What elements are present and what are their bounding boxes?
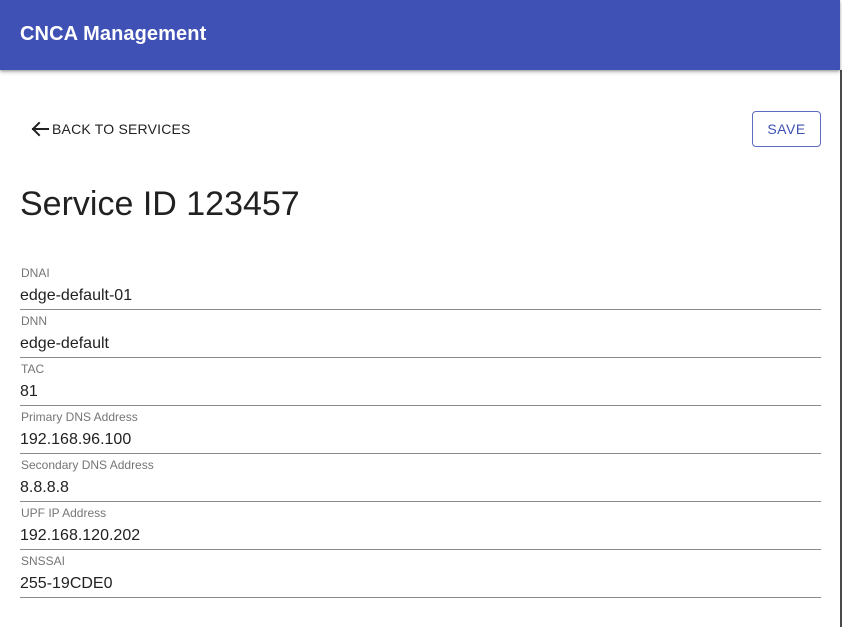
dnn-field: DNN: [20, 310, 821, 358]
upf-ip-field: UPF IP Address: [20, 502, 821, 550]
upf-ip-input[interactable]: [20, 527, 821, 545]
primary-dns-input[interactable]: [20, 431, 821, 449]
back-to-services-button[interactable]: BACK TO SERVICES: [30, 118, 191, 140]
dnai-field: DNAI: [20, 262, 821, 310]
secondary-dns-field: Secondary DNS Address: [20, 454, 821, 502]
app-bar: CNCA Management: [0, 0, 840, 70]
snssai-input[interactable]: [20, 575, 821, 593]
save-button[interactable]: SAVE: [752, 111, 821, 147]
app-title: CNCA Management: [20, 23, 207, 45]
primary-dns-field: Primary DNS Address: [20, 406, 821, 454]
secondary-dns-label: Secondary DNS Address: [21, 458, 154, 472]
dnai-input[interactable]: [20, 287, 821, 305]
secondary-dns-input[interactable]: [20, 479, 821, 497]
upf-ip-label: UPF IP Address: [21, 506, 107, 520]
service-form: DNAI DNN TAC Primary DNS Address Seconda…: [20, 262, 821, 598]
primary-dns-label: Primary DNS Address: [21, 410, 138, 424]
snssai-label: SNSSAI: [21, 554, 66, 568]
tac-field: TAC: [20, 358, 821, 406]
back-to-services-label: BACK TO SERVICES: [52, 121, 191, 137]
page-title: Service ID 123457: [20, 185, 300, 223]
arrow-left-icon: [31, 121, 49, 137]
dnai-label: DNAI: [21, 266, 50, 280]
tac-label: TAC: [21, 362, 45, 376]
dnn-input[interactable]: [20, 335, 821, 353]
dnn-label: DNN: [21, 314, 47, 328]
snssai-field: SNSSAI: [20, 550, 821, 598]
tac-input[interactable]: [20, 383, 821, 401]
